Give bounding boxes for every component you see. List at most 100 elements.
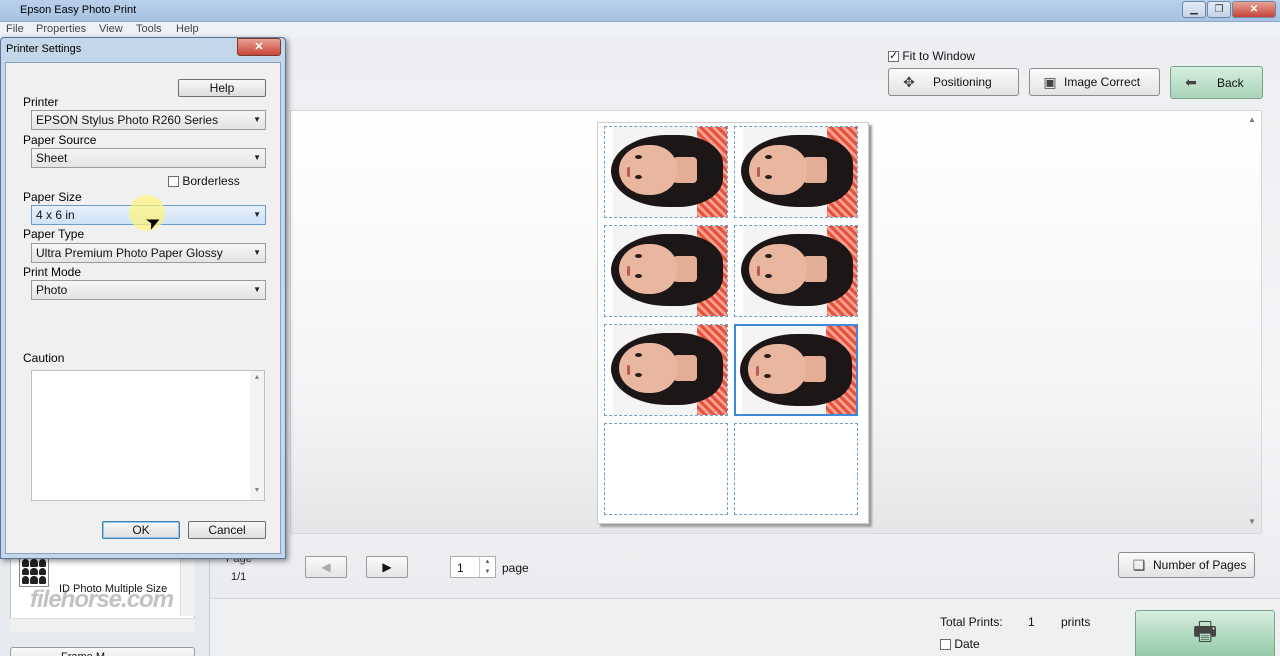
preview-page-sheet: [597, 122, 869, 524]
move-arrows-icon: ✥: [903, 73, 915, 90]
printer-icon: 🖶: [1192, 616, 1218, 646]
menu-properties[interactable]: Properties: [36, 23, 86, 35]
photo-cell[interactable]: [734, 324, 858, 416]
minimize-button[interactable]: ▁: [1182, 1, 1206, 18]
menu-file[interactable]: File: [6, 23, 24, 35]
fit-to-window-option[interactable]: Fit to Window: [888, 49, 975, 63]
id-photo-image: [605, 127, 727, 217]
arrow-left-icon: ⬅: [1185, 74, 1197, 90]
spin-up-icon[interactable]: ▲: [479, 557, 495, 567]
frame-button[interactable]: Frame M...: [10, 647, 195, 656]
spin-down-icon[interactable]: ▼: [479, 567, 495, 577]
print-mode-select[interactable]: Photo ▼: [31, 280, 266, 300]
print-preview-panel: ▲ ▼: [290, 110, 1262, 534]
paper-type-label: Paper Type: [23, 227, 85, 241]
total-prints-unit: prints: [1061, 615, 1091, 629]
next-page-button[interactable]: ▶: [366, 556, 408, 578]
layout-list-hscrollbar[interactable]: [10, 618, 195, 632]
id-photo-image: [736, 326, 856, 414]
number-of-pages-label: Number of Pages: [1153, 558, 1247, 572]
id-photo-image: [735, 226, 857, 316]
chevron-down-icon: ▼: [253, 285, 261, 294]
printer-label: Printer: [23, 95, 59, 109]
dialog-close-button[interactable]: ✕: [237, 38, 281, 56]
number-of-pages-button[interactable]: ❏ Number of Pages: [1118, 552, 1255, 578]
borderless-checkbox[interactable]: [168, 176, 179, 188]
borderless-label: Borderless: [182, 174, 240, 188]
back-button[interactable]: ⬅ Back: [1170, 66, 1263, 99]
scroll-up-arrow-icon[interactable]: ▲: [1248, 115, 1256, 124]
chevron-down-icon: ▼: [253, 248, 261, 257]
photo-cell[interactable]: [734, 126, 858, 218]
print-mode-value: Photo: [36, 283, 68, 297]
cancel-button[interactable]: Cancel: [188, 521, 266, 539]
watermark-logo: filehorse.com: [30, 586, 174, 613]
page-count: 1/1: [231, 571, 247, 583]
page-number-spinner[interactable]: 1 ▲ ▼: [450, 556, 496, 578]
id-photo-image: [735, 127, 857, 217]
photo-cell[interactable]: [604, 126, 728, 218]
date-option[interactable]: Date: [940, 637, 980, 651]
menu-tools[interactable]: Tools: [136, 23, 162, 35]
positioning-label: Positioning: [933, 75, 992, 89]
page-number-value: 1: [457, 561, 464, 575]
window-title-bar: Epson Easy Photo Print ▁ ❐ ✕: [0, 0, 1280, 22]
paper-size-label: Paper Size: [23, 190, 82, 204]
pages-stack-icon: ❏: [1132, 556, 1146, 573]
scroll-down-arrow-icon[interactable]: ▼: [1248, 517, 1256, 526]
caution-label: Caution: [23, 351, 65, 365]
id-photo-image: [605, 226, 727, 316]
paper-size-value: 4 x 6 in: [36, 208, 75, 222]
date-label: Date: [954, 637, 980, 651]
image-correct-label: Image Correct: [1064, 75, 1141, 89]
scroll-up-icon[interactable]: ▲: [250, 374, 264, 381]
empty-photo-cell[interactable]: [604, 423, 728, 515]
ok-button[interactable]: OK: [102, 521, 180, 539]
previous-page-button[interactable]: ◀: [305, 556, 347, 578]
photo-cell[interactable]: [604, 324, 728, 416]
print-button[interactable]: 🖶: [1135, 610, 1275, 656]
borderless-option[interactable]: Borderless: [168, 174, 240, 188]
printer-settings-dialog: Printer Settings ✕ Help Printer EPSON St…: [0, 37, 286, 559]
menu-view[interactable]: View: [99, 23, 123, 35]
paper-type-select[interactable]: Ultra Premium Photo Paper Glossy ▼: [31, 243, 266, 263]
positioning-button[interactable]: ✥ Positioning: [888, 68, 1019, 96]
status-bar: Total Prints: 1 prints Date: [210, 598, 1280, 656]
chevron-down-icon: ▼: [253, 115, 261, 124]
page-unit-label: page: [502, 561, 529, 575]
total-prints-value: 1: [1028, 615, 1035, 629]
id-photo-image: [605, 325, 727, 415]
dialog-body: Help Printer EPSON Stylus Photo R260 Ser…: [5, 62, 281, 554]
paper-source-value: Sheet: [36, 151, 68, 165]
chevron-down-icon: ▼: [253, 153, 261, 162]
help-button[interactable]: Help: [178, 79, 266, 97]
menu-bar: File Properties View Tools Help: [0, 22, 1280, 38]
print-mode-label: Print Mode: [23, 265, 82, 279]
caution-textarea[interactable]: ▲ ▼: [31, 370, 265, 501]
fit-to-window-label: Fit to Window: [902, 49, 976, 63]
paper-source-select[interactable]: Sheet ▼: [31, 148, 266, 168]
close-window-button[interactable]: ✕: [1232, 1, 1276, 18]
maximize-button[interactable]: ❐: [1207, 1, 1231, 18]
window-title: Epson Easy Photo Print: [20, 4, 137, 16]
image-correct-icon: ▣: [1043, 73, 1057, 90]
date-checkbox[interactable]: [940, 639, 951, 651]
preview-vertical-scrollbar[interactable]: ▲ ▼: [1245, 111, 1261, 533]
total-prints-label: Total Prints:: [940, 615, 1003, 629]
printer-select[interactable]: EPSON Stylus Photo R260 Series ▼: [31, 110, 266, 130]
image-correct-button[interactable]: ▣ Image Correct: [1029, 68, 1160, 96]
empty-photo-cell[interactable]: [734, 423, 858, 515]
printer-value: EPSON Stylus Photo R260 Series: [36, 113, 219, 127]
photo-cell[interactable]: [734, 225, 858, 317]
dialog-title: Printer Settings: [6, 43, 82, 55]
back-label: Back: [1217, 75, 1244, 90]
fit-to-window-checkbox[interactable]: [888, 49, 899, 63]
menu-help[interactable]: Help: [176, 23, 199, 35]
caution-scrollbar[interactable]: ▲ ▼: [250, 371, 264, 500]
scroll-down-icon[interactable]: ▼: [250, 487, 264, 494]
paper-type-value: Ultra Premium Photo Paper Glossy: [36, 246, 223, 260]
paper-source-label: Paper Source: [23, 133, 97, 147]
toolbar: Fit to Window ✥ Positioning ▣ Image Corr…: [290, 38, 1280, 110]
photo-cell[interactable]: [604, 225, 728, 317]
chevron-down-icon: ▼: [253, 210, 261, 219]
